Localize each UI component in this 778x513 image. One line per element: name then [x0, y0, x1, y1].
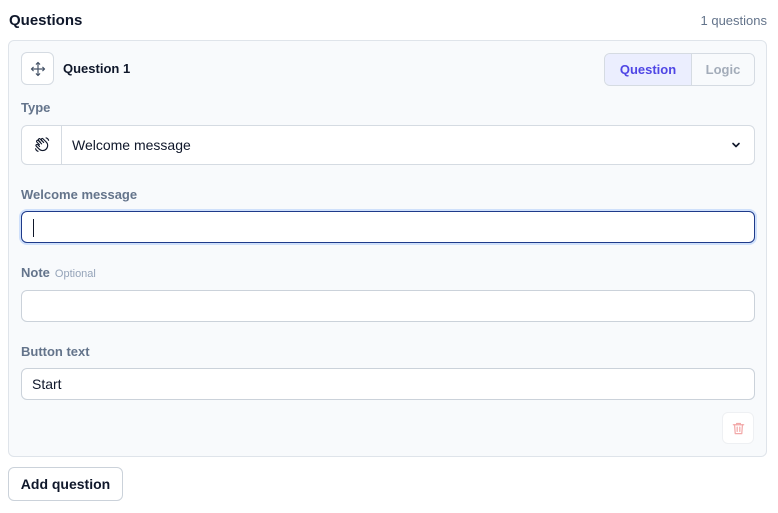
type-select[interactable]: Welcome message: [21, 125, 755, 165]
question-card: Question 1 Question Logic Type Welcome m…: [8, 40, 767, 457]
button-text-label: Button text: [21, 344, 90, 359]
type-icon-cell: [22, 126, 62, 164]
delete-question-button[interactable]: [722, 412, 754, 444]
move-icon: [30, 61, 45, 76]
drag-handle-button[interactable]: [21, 52, 54, 85]
optional-hint: Optional: [54, 268, 96, 280]
page-title: Questions: [9, 11, 83, 29]
tab-logic[interactable]: Logic: [692, 54, 754, 85]
tab-question[interactable]: Question: [605, 54, 692, 85]
questions-count: 1 questions: [700, 12, 768, 28]
questions-header: Questions 1 questions: [9, 10, 767, 30]
type-label: Type: [21, 100, 51, 115]
text-caret: [33, 219, 34, 237]
note-label: Note Optional: [21, 265, 96, 280]
button-text-input[interactable]: [21, 368, 755, 400]
question-logic-toggle: Question Logic: [604, 53, 755, 86]
note-label-text: Note: [21, 265, 50, 280]
questions-panel: Questions 1 questions Question 1 Questio…: [0, 0, 778, 513]
chevron-down-icon: [718, 139, 754, 151]
type-select-value: Welcome message: [72, 137, 191, 153]
question-title: Question 1: [63, 61, 131, 76]
add-question-button[interactable]: Add question: [8, 467, 123, 501]
note-input[interactable]: [21, 290, 755, 322]
waving-hand-icon: [34, 137, 49, 152]
welcome-message-label: Welcome message: [21, 187, 138, 202]
welcome-message-input[interactable]: [21, 211, 755, 243]
trash-icon: [732, 422, 744, 434]
